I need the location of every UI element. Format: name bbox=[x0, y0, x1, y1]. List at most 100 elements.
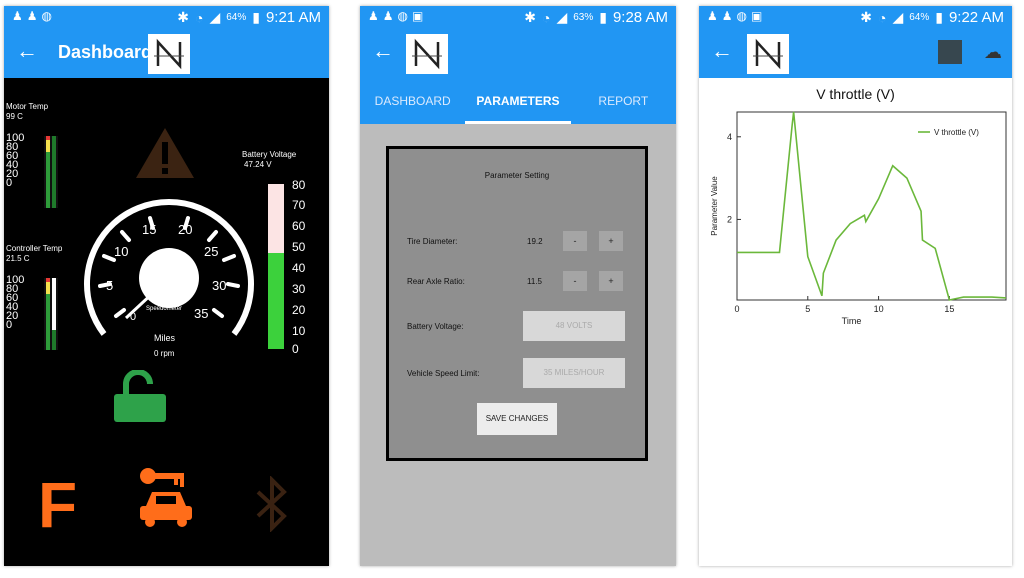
y-tick-label: 2 bbox=[727, 214, 732, 224]
motor-temp-ticks: 100 80 60 40 20 0 bbox=[6, 132, 25, 189]
notification-icons: ♟♟◍▣ bbox=[368, 9, 428, 23]
signal-icon: ◢ bbox=[556, 9, 568, 25]
cloud-icon[interactable]: ☁ bbox=[984, 42, 1002, 63]
speedometer: 0 5 10 15 20 25 30 35 Speedometer bbox=[84, 199, 254, 336]
wifi-icon: ◔ bbox=[194, 9, 204, 26]
stop-icon[interactable] bbox=[938, 40, 962, 64]
chart-title: V throttle (V) bbox=[816, 86, 895, 102]
page-title: Dashboard bbox=[58, 42, 153, 62]
clock: 9:22 AM bbox=[948, 9, 1004, 26]
status-bar: ♟♟◍▣ ✱ ◔ ◢ 64% ▮ 9:22 AM bbox=[699, 6, 1012, 28]
x-axis-label: Time bbox=[842, 316, 862, 326]
wifi-icon: ◔ bbox=[877, 9, 887, 26]
speed-limit-label: Vehicle Speed Limit: bbox=[407, 369, 480, 378]
bluetooth-icon: ✱ bbox=[524, 9, 536, 25]
bluetooth-icon: ✱ bbox=[177, 9, 189, 25]
controller-temp-bar bbox=[44, 278, 58, 350]
x-tick-label: 5 bbox=[805, 304, 810, 314]
parameters-screen: ♟♟◍▣ ✱ ◔ ◢ 63% ▮ 9:28 AM ← DASHBOARD PAR… bbox=[360, 6, 676, 566]
back-arrow-icon[interactable]: ← bbox=[16, 38, 38, 64]
unlock-icon[interactable] bbox=[114, 369, 166, 427]
clock: 9:28 AM bbox=[612, 9, 668, 26]
tab-report[interactable]: REPORT bbox=[571, 78, 676, 124]
rear-axle-value: 11.5 bbox=[527, 277, 542, 286]
y-tick-label: 4 bbox=[727, 132, 732, 142]
throttle-chart: 0 5 10 15 2 4 Time Parameter Value V throttle (V… bbox=[710, 111, 1007, 326]
status-bar: ♟♟◍▣ ✱ ◔ ◢ 63% ▮ 9:28 AM bbox=[360, 6, 676, 28]
app-bar: ← Dashboard bbox=[4, 28, 329, 78]
battery-percent: 64% bbox=[909, 12, 930, 23]
rear-axle-plus-button[interactable]: + bbox=[599, 271, 623, 291]
battery-icon: ▮ bbox=[935, 9, 943, 25]
app-bar: ← ☁ bbox=[699, 28, 1012, 78]
notification-icons: ♟♟◍▣ bbox=[707, 9, 767, 23]
battery-percent: 64% bbox=[226, 12, 247, 23]
svg-text:20: 20 bbox=[178, 222, 192, 237]
tab-dashboard[interactable]: DASHBOARD bbox=[360, 78, 465, 124]
tire-diameter-minus-button[interactable]: - bbox=[563, 231, 587, 251]
speed-limit-input[interactable]: 35 MILES/HOUR bbox=[523, 358, 625, 388]
save-changes-button[interactable]: SAVE CHANGES bbox=[477, 403, 557, 435]
x-tick-label: 15 bbox=[944, 304, 954, 314]
battery-voltage-label: Battery Voltage: bbox=[407, 322, 464, 331]
wifi-icon: ◔ bbox=[541, 9, 551, 26]
svg-text:15: 15 bbox=[142, 222, 156, 237]
controller-temp-ticks: 100 80 60 40 20 0 bbox=[6, 274, 25, 331]
svg-text:35: 35 bbox=[194, 306, 208, 321]
svg-text:30: 30 bbox=[212, 278, 226, 293]
panel-title: Parameter Setting bbox=[484, 171, 550, 180]
fuel-indicator: F bbox=[38, 469, 78, 541]
signal-icon: ◢ bbox=[892, 9, 904, 25]
tire-diameter-value: 19.2 bbox=[527, 237, 543, 246]
battery-voltage-value: 47.24 V bbox=[244, 160, 272, 169]
battery-icon: ▮ bbox=[599, 9, 607, 25]
controller-temp-value: 21.5 C bbox=[6, 254, 30, 263]
tab-parameters[interactable]: PARAMETERS bbox=[465, 78, 571, 124]
legend-label: V throttle (V) bbox=[934, 128, 979, 137]
battery-icon: ▮ bbox=[252, 9, 260, 25]
logo bbox=[747, 34, 789, 74]
bluetooth-icon: ✱ bbox=[860, 9, 872, 25]
battery-voltage-bar bbox=[268, 184, 284, 349]
report-screen: ♟♟◍▣ ✱ ◔ ◢ 64% ▮ 9:22 AM ← ☁ V throttle … bbox=[699, 6, 1012, 566]
rpm-value: 0 rpm bbox=[154, 349, 175, 358]
car-key-icon bbox=[136, 466, 196, 533]
rear-axle-minus-button[interactable]: - bbox=[563, 271, 587, 291]
svg-text:25: 25 bbox=[204, 244, 218, 259]
controller-temp-label: Controller Temp bbox=[6, 244, 63, 253]
rear-axle-label: Rear Axle Ratio: bbox=[407, 277, 465, 286]
warning-icon bbox=[134, 126, 196, 185]
x-tick-label: 0 bbox=[734, 304, 739, 314]
tab-bar: DASHBOARD PARAMETERS REPORT bbox=[360, 78, 676, 124]
motor-temp-bar bbox=[44, 136, 58, 208]
app-bar: ← bbox=[360, 28, 676, 78]
tire-diameter-plus-button[interactable]: + bbox=[599, 231, 623, 251]
x-tick-label: 10 bbox=[874, 304, 884, 314]
bluetooth-icon bbox=[252, 475, 292, 537]
battery-percent: 63% bbox=[573, 12, 594, 23]
back-arrow-icon[interactable]: ← bbox=[711, 38, 733, 64]
logo bbox=[406, 34, 448, 74]
status-bar: ♟♟◍ ✱ ◔ ◢ 64% ▮ 9:21 AM bbox=[4, 6, 329, 28]
motor-temp-label: Motor Temp bbox=[6, 102, 49, 111]
logo bbox=[148, 34, 190, 74]
miles-label: Miles bbox=[154, 333, 176, 343]
signal-icon: ◢ bbox=[209, 9, 221, 25]
svg-text:Speedometer: Speedometer bbox=[146, 306, 182, 312]
battery-voltage-input[interactable]: 48 VOLTS bbox=[523, 311, 625, 341]
series-line bbox=[737, 111, 1007, 301]
battery-voltage-label: Battery Voltage bbox=[242, 150, 297, 159]
motor-temp-value: 99 C bbox=[6, 112, 23, 121]
svg-text:10: 10 bbox=[114, 244, 128, 259]
tire-diameter-label: Tire Diameter: bbox=[407, 237, 458, 246]
dashboard-screen: ♟♟◍ ✱ ◔ ◢ 64% ▮ 9:21 AM ← Dashboard Moto… bbox=[4, 6, 329, 566]
parameter-panel: Parameter Setting Tire Diameter: 19.2 - … bbox=[386, 146, 648, 461]
notification-icons: ♟♟◍ bbox=[12, 9, 56, 23]
battery-voltage-fill bbox=[268, 253, 284, 349]
svg-text:5: 5 bbox=[106, 278, 113, 293]
clock: 9:21 AM bbox=[265, 9, 321, 26]
y-axis-label: Parameter Value bbox=[710, 176, 719, 236]
plot-frame bbox=[736, 111, 1007, 301]
svg-text:0: 0 bbox=[130, 311, 136, 323]
back-arrow-icon[interactable]: ← bbox=[372, 38, 394, 64]
